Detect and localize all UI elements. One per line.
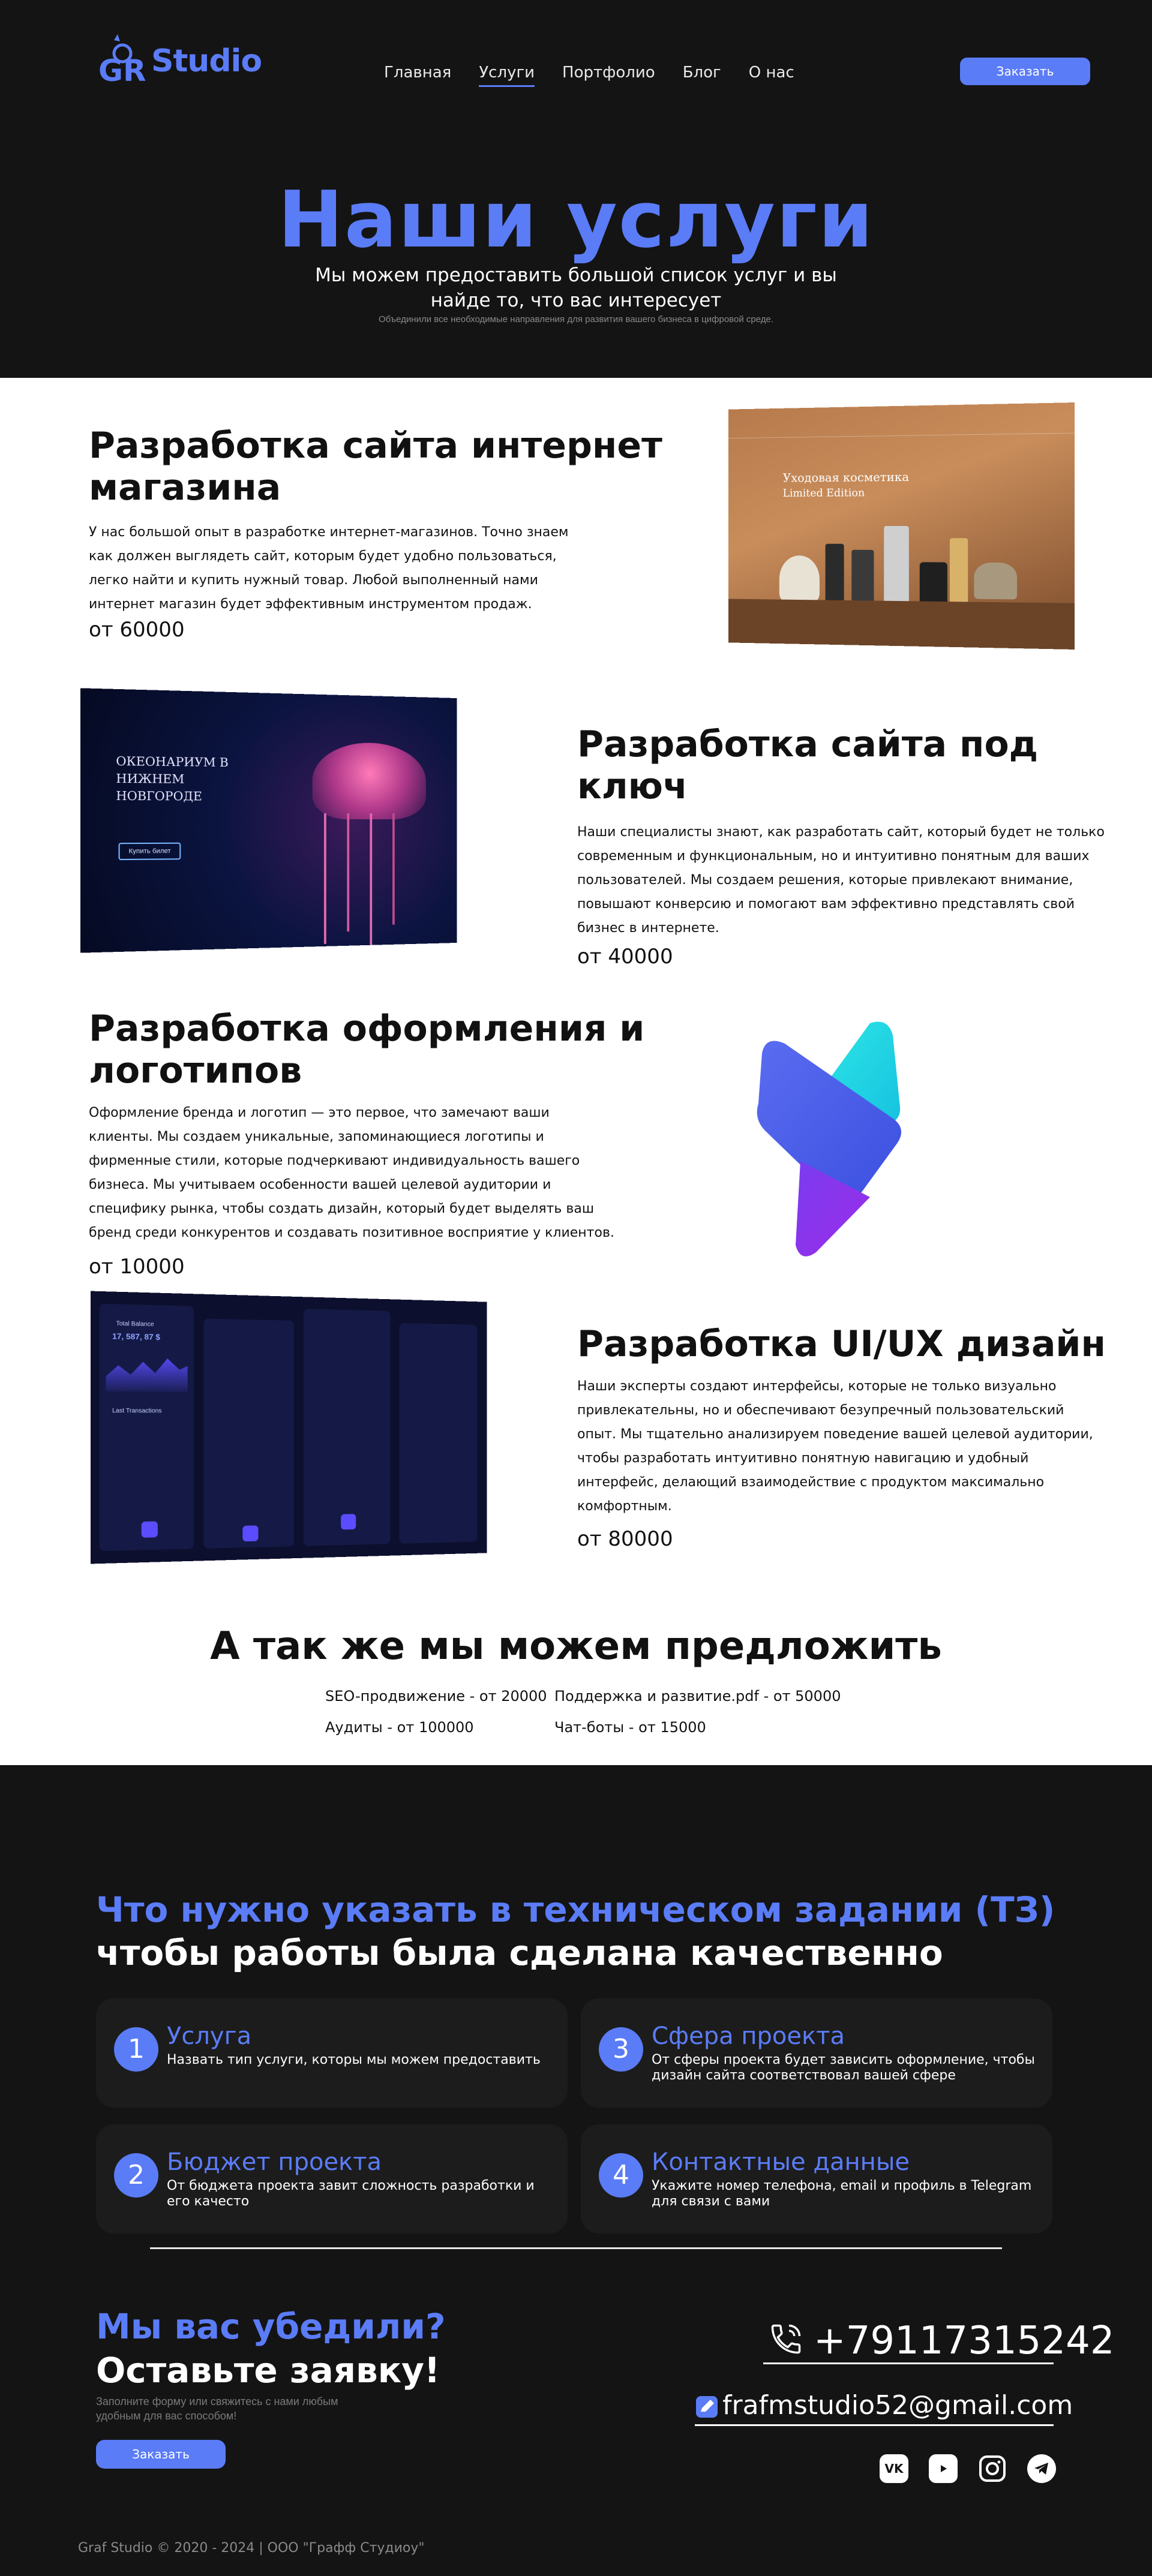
order-button-header[interactable]: Заказать: [960, 58, 1090, 85]
logo[interactable]: GR Studio: [96, 31, 262, 91]
tz-card-desc: Назвать тип услуги, которы мы можем пред…: [167, 2052, 541, 2067]
extra-services-title: А так же мы можем предложить: [210, 1624, 942, 1669]
service-title-branding: Разработка оформления и логотипов: [89, 1008, 645, 1092]
tz-card-sphere: 3 Сфера проекта От сферы проекта будет з…: [581, 1998, 1052, 2108]
tz-card-service: 1 Услуга Назвать тип услуги, которы мы м…: [96, 1998, 568, 2108]
tz-card-number: 2: [114, 2153, 158, 2198]
email-icon: [695, 2395, 719, 2419]
tz-card-desc: От бюджета проекта завит сложность разра…: [167, 2178, 535, 2209]
tz-card-desc: Укажите номер телефона, email и профиль …: [652, 2178, 1032, 2209]
service-price-uiux: от 80000: [577, 1527, 673, 1551]
shop-mockup-image: Уходовая косметика Limited Edition: [728, 402, 1075, 650]
social-links: VK: [880, 2454, 1056, 2483]
tz-card-budget: 2 Бюджет проекта От бюджета проекта зави…: [96, 2124, 568, 2234]
service-price-branding: от 10000: [89, 1255, 185, 1279]
nav-portfolio[interactable]: Портфолио: [562, 64, 655, 87]
extra-item-support: Поддержка и развитие.pdf - от 50000: [554, 1688, 841, 1705]
main-nav: Главная Услуги Портфолио Блог О нас: [384, 64, 794, 87]
phone-icon: [768, 2321, 804, 2357]
vk-icon[interactable]: VK: [880, 2454, 908, 2483]
page-title: Наши услуги: [278, 174, 874, 265]
tz-card-title: Бюджет проекта: [167, 2148, 382, 2176]
tz-card-number: 1: [114, 2027, 158, 2072]
logo-text: Studio: [151, 43, 262, 79]
youtube-icon[interactable]: [929, 2454, 958, 2483]
tz-card-desc: От сферы проекта будет зависить оформлен…: [652, 2052, 1035, 2083]
service-title-turnkey: Разработка сайта под ключ: [577, 723, 1039, 807]
cta-title-accent: Мы вас убедили?: [96, 2306, 446, 2347]
tz-title-accent: Что нужно указать в техническом задании …: [96, 1889, 1055, 1930]
tz-card-title: Контактные данные: [652, 2148, 910, 2176]
tz-card-title: Услуга: [167, 2022, 252, 2050]
instagram-icon[interactable]: [978, 2454, 1007, 2483]
brand-logo-image: [750, 1017, 936, 1260]
email-address: frafmstudio52@gmail.com: [722, 2390, 1073, 2421]
telegram-icon[interactable]: [1027, 2454, 1056, 2483]
shop-mockup-heading: Уходовая косметика: [782, 469, 910, 485]
uiux-list-title: Last Transactions: [112, 1407, 162, 1415]
tz-title-plain: чтобы работы была сделана качественно: [96, 1932, 943, 1973]
hero-note: Объединили все необходимые направления д…: [379, 314, 773, 324]
cta-note: Заполните форму или свяжитесь с нами люб…: [96, 2395, 338, 2422]
phone-number: +79117315242: [814, 2319, 1115, 2363]
aquarium-mockup-heading: ОКЕОНАРИУМ В НИЖНЕМ НОВГОРОДЕ: [116, 753, 229, 804]
nav-home[interactable]: Главная: [384, 64, 451, 87]
service-desc-shop: У нас большой опыт в разработке интернет…: [89, 525, 569, 612]
nav-blog[interactable]: Блог: [683, 64, 721, 87]
service-title-shop: Разработка сайта интернет магазина: [89, 425, 662, 509]
logo-mark-icon: GR: [96, 34, 148, 88]
tz-card-contacts: 4 Контактные данные Укажите номер телефо…: [581, 2124, 1052, 2234]
service-desc-turnkey: Наши специалисты знают, как разработать …: [577, 825, 1105, 936]
aquarium-mockup-image: ОКЕОНАРИУМ В НИЖНЕМ НОВГОРОДЕ Купить бил…: [80, 688, 457, 953]
aquarium-mockup-button: Купить билет: [118, 842, 181, 861]
tz-card-title: Сфера проекта: [652, 2022, 845, 2050]
tz-card-number: 4: [599, 2153, 643, 2198]
uiux-balance: 17, 587, 87 $: [112, 1331, 160, 1342]
divider: [150, 2247, 1002, 2249]
extra-item-audit: Аудиты - от 100000: [325, 1719, 474, 1736]
footer-copyright: Graf Studio © 2020 - 2024 | ООО "Графф С…: [78, 2541, 425, 2556]
order-button-footer[interactable]: Заказать: [96, 2440, 226, 2469]
phone-link[interactable]: +79117315242: [763, 2316, 1115, 2364]
service-price-shop: от 60000: [89, 618, 185, 642]
nav-about[interactable]: О нас: [749, 64, 794, 87]
extra-item-chatbots: Чат-боты - от 15000: [554, 1719, 706, 1736]
shop-mockup-sub: Limited Edition: [782, 486, 865, 500]
email-link[interactable]: frafmstudio52@gmail.com: [695, 2390, 1073, 2426]
uiux-mockup-image: Total Balance 17, 587, 87 $ Last Transac…: [90, 1291, 487, 1564]
service-desc-branding: Оформление бренда и логотип — это первое…: [89, 1105, 614, 1240]
hero-section: GR Studio Главная Услуги Портфолио Блог …: [0, 0, 1152, 378]
extra-item-seo: SEO-продвижение - от 20000: [325, 1688, 547, 1705]
nav-services[interactable]: Услуги: [479, 64, 535, 87]
uiux-balance-label: Total Balance: [116, 1320, 154, 1328]
cta-title-plain: Оставьте заявку!: [96, 2350, 440, 2391]
service-price-turnkey: от 40000: [577, 945, 673, 969]
service-title-uiux: Разработка UI/UX дизайн: [577, 1323, 1106, 1365]
logo-letters: GR: [98, 53, 146, 88]
hero-subtitle: Мы можем предоставить большой список усл…: [315, 264, 837, 311]
service-desc-uiux: Наши эксперты создают интерфейсы, которы…: [577, 1379, 1093, 1514]
tz-card-number: 3: [599, 2027, 643, 2072]
